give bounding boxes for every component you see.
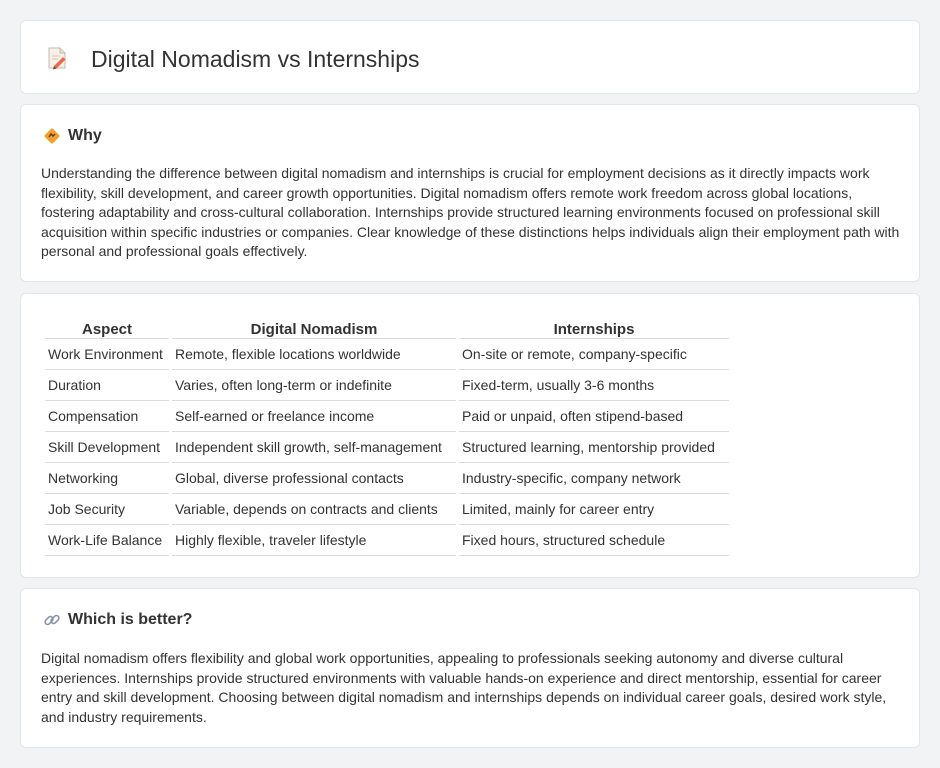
digital-nomadism-cell: Independent skill growth, self-managemen… xyxy=(172,432,456,463)
internships-cell: On-site or remote, company-specific xyxy=(459,339,729,370)
internships-cell: Structured learning, mentorship provided xyxy=(459,432,729,463)
aspect-cell: Skill Development xyxy=(45,432,169,463)
table-row: Job Security Variable, depends on contra… xyxy=(45,494,729,525)
internships-cell: Fixed hours, structured schedule xyxy=(459,525,729,556)
table-header-row: Aspect Digital Nomadism Internships xyxy=(45,316,729,339)
aspect-cell: Duration xyxy=(45,370,169,401)
which-is-better-text: Digital nomadism offers flexibility and … xyxy=(41,650,887,725)
internships-cell: Industry-specific, company network xyxy=(459,463,729,494)
why-text: Understanding the difference between dig… xyxy=(41,165,900,260)
aspect-cell: Networking xyxy=(45,463,169,494)
aspect-cell: Work Environment xyxy=(45,339,169,370)
aspect-cell: Work-Life Balance xyxy=(45,525,169,556)
digital-nomadism-cell: Highly flexible, traveler lifestyle xyxy=(172,525,456,556)
digital-nomadism-cell: Varies, often long-term or indefinite xyxy=(172,370,456,401)
table-row: Work Environment Remote, flexible locati… xyxy=(45,339,729,370)
page-title: Digital Nomadism vs Internships xyxy=(91,46,420,72)
column-header-digital-nomadism: Digital Nomadism xyxy=(172,316,456,339)
internships-cell: Fixed-term, usually 3-6 months xyxy=(459,370,729,401)
table-row: Networking Global, diverse professional … xyxy=(45,463,729,494)
table-row: Compensation Self-earned or freelance in… xyxy=(45,401,729,432)
document-pencil-icon xyxy=(46,46,68,70)
column-header-internships: Internships xyxy=(459,316,729,339)
digital-nomadism-cell: Variable, depends on contracts and clien… xyxy=(172,494,456,525)
aspect-cell: Job Security xyxy=(45,494,169,525)
column-header-aspect: Aspect xyxy=(45,316,169,339)
digital-nomadism-cell: Global, diverse professional contacts xyxy=(172,463,456,494)
link-icon xyxy=(43,611,61,629)
which-is-better-heading: Which is better? xyxy=(43,610,192,630)
which-is-better-label: Which is better? xyxy=(68,611,193,628)
diamond-sign-icon xyxy=(43,127,61,145)
comparison-table: Aspect Digital Nomadism Internships Work… xyxy=(42,316,732,556)
internships-cell: Paid or unpaid, often stipend-based xyxy=(459,401,729,432)
digital-nomadism-cell: Remote, flexible locations worldwide xyxy=(172,339,456,370)
why-heading: Why xyxy=(43,126,102,146)
table-row: Skill Development Independent skill grow… xyxy=(45,432,729,463)
internships-cell: Limited, mainly for career entry xyxy=(459,494,729,525)
table-row: Work-Life Balance Highly flexible, trave… xyxy=(45,525,729,556)
aspect-cell: Compensation xyxy=(45,401,169,432)
why-heading-label: Why xyxy=(68,127,102,144)
digital-nomadism-cell: Self-earned or freelance income xyxy=(172,401,456,432)
table-row: Duration Varies, often long-term or inde… xyxy=(45,370,729,401)
